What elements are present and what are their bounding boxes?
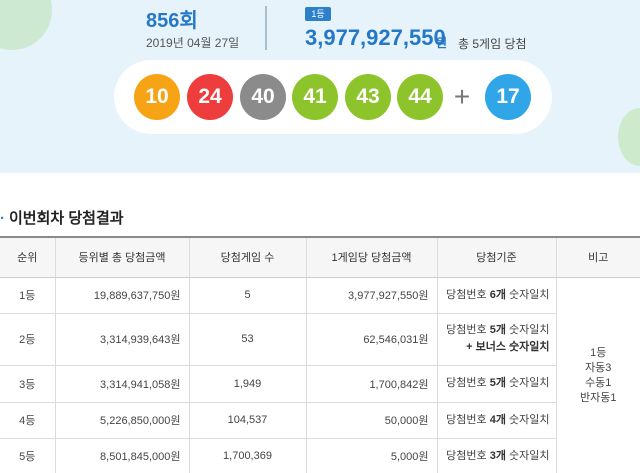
remark-line: 자동3 — [585, 361, 612, 374]
per-game-prize-cell: 62,546,031원 — [305, 313, 437, 366]
table-row: 4등 5,226,850,000원 104,537 50,000원 당첨번호 4… — [0, 402, 640, 439]
table-header-row: 순위 등위별 총 당첨금액 당첨게임 수 1게임당 당첨금액 당첨기준 비고 — [0, 236, 640, 278]
criteria-bonus: + 보너스 숫자일치 — [466, 341, 550, 353]
criteria-text: 당첨번호 — [446, 324, 490, 336]
criteria-cell: 당첨번호 5개 숫자일치 — [436, 365, 556, 403]
per-game-prize-cell: 1,700,842원 — [305, 365, 437, 403]
criteria-count: 5개 — [489, 377, 506, 389]
winning-ball: 41 — [292, 74, 338, 120]
winning-ball: 44 — [397, 74, 443, 120]
decorative-circle — [618, 108, 640, 166]
rank-cell: 3등 — [0, 365, 55, 403]
criteria-count: 5개 — [489, 324, 506, 336]
table-row: 1등 19,889,637,750원 5 3,977,927,550원 당첨번호… — [0, 277, 640, 473]
remark-line: 1등 — [590, 346, 607, 359]
column-header: 등위별 총 당첨금액 — [54, 236, 189, 278]
winning-ball: 10 — [134, 74, 180, 120]
first-prize-games: 총 5게임 당첨 — [458, 37, 527, 51]
draw-number: 856회 — [146, 10, 198, 32]
rank-cell: 2등 — [0, 313, 55, 366]
winner-count-cell: 1,949 — [188, 365, 306, 403]
winner-count-cell: 104,537 — [188, 402, 306, 439]
winner-count-cell: 53 — [188, 313, 306, 366]
criteria-cell: 당첨번호 4개 숫자일치 — [436, 402, 556, 439]
criteria-text: 당첨번호 — [446, 413, 490, 426]
rank-cell: 5등 — [0, 438, 55, 473]
section-title: · 이번회차 당첨결과 — [0, 207, 124, 228]
criteria-text: 당첨번호 — [446, 377, 490, 389]
column-header: 당첨게임 수 — [188, 236, 306, 278]
per-game-prize-cell: 5,000원 — [305, 438, 437, 473]
column-header: 순위 — [0, 236, 55, 278]
section-marker: · — [0, 210, 5, 227]
criteria-cell: 당첨번호 3개 숫자일치 — [436, 438, 556, 473]
winning-numbers-banner: 856회 2019년 04월 27일 1등 3,977,927,550 원 총 … — [0, 0, 640, 173]
results-table: 순위 등위별 총 당첨금액 당첨게임 수 1게임당 당첨금액 당첨기준 비고 1… — [0, 236, 640, 473]
criteria-text: 숫자일치 — [505, 413, 550, 426]
total-prize-cell: 3,314,939,643원 — [54, 313, 189, 366]
criteria-cell: 당첨번호 6개 숫자일치 — [436, 277, 556, 314]
bonus-ball: 17 — [485, 74, 531, 120]
total-prize-cell: 5,226,850,000원 — [54, 402, 189, 439]
column-header: 당첨기준 — [436, 236, 556, 278]
remark-cell: 1등 자동3 수동1 반자동1 — [555, 277, 640, 473]
draw-date: 2019년 04월 27일 — [146, 36, 240, 50]
section-title-text: 이번회차 당첨결과 — [9, 210, 124, 227]
remark-line: 반자동1 — [580, 391, 617, 404]
table-row: 3등 3,314,941,058원 1,949 1,700,842원 당첨번호 … — [0, 365, 640, 403]
criteria-text: 숫자일치 — [505, 377, 550, 389]
first-prize-amount: 3,977,927,550 — [305, 25, 446, 50]
criteria-text: 숫자일치 — [505, 449, 550, 462]
criteria-text: 당첨번호 — [446, 288, 490, 301]
column-header: 1게임당 당첨금액 — [305, 236, 437, 278]
rank-cell: 1등 — [0, 277, 55, 314]
criteria-count: 6개 — [489, 288, 506, 301]
total-prize-cell: 3,314,941,058원 — [54, 365, 189, 403]
criteria-text: 숫자일치 — [505, 288, 550, 301]
winner-count-cell: 1,700,369 — [188, 438, 306, 473]
decorative-circle — [0, 0, 52, 50]
winning-ball: 43 — [345, 74, 391, 120]
criteria-count: 3개 — [489, 449, 506, 462]
per-game-prize-cell: 3,977,927,550원 — [305, 277, 437, 314]
criteria-text: 당첨번호 — [446, 449, 490, 462]
first-prize-badge: 1등 — [305, 7, 331, 21]
table-row: 5등 8,501,845,000원 1,700,369 5,000원 당첨번호 … — [0, 438, 640, 473]
total-prize-cell: 8,501,845,000원 — [54, 438, 189, 473]
table-row: 2등 3,314,939,643원 53 62,546,031원 당첨번호 5개… — [0, 313, 640, 366]
winning-ball: 24 — [187, 74, 233, 120]
plus-sign: + — [453, 81, 471, 112]
per-game-prize-cell: 50,000원 — [305, 402, 437, 439]
winning-balls-panel: 10 24 40 41 43 44 + 17 — [114, 60, 552, 134]
column-header: 비고 — [555, 236, 640, 278]
criteria-cell: 당첨번호 5개 숫자일치 + 보너스 숫자일치 — [436, 313, 556, 366]
divider — [265, 6, 267, 50]
winning-ball: 40 — [240, 74, 286, 120]
total-prize-cell: 19,889,637,750원 — [54, 277, 189, 314]
criteria-count: 4개 — [489, 413, 506, 426]
rank-cell: 4등 — [0, 402, 55, 439]
criteria-text: 숫자일치 — [505, 324, 550, 336]
first-prize-unit: 원 — [436, 36, 448, 50]
remark-line: 수동1 — [585, 376, 612, 389]
winner-count-cell: 5 — [188, 277, 306, 314]
